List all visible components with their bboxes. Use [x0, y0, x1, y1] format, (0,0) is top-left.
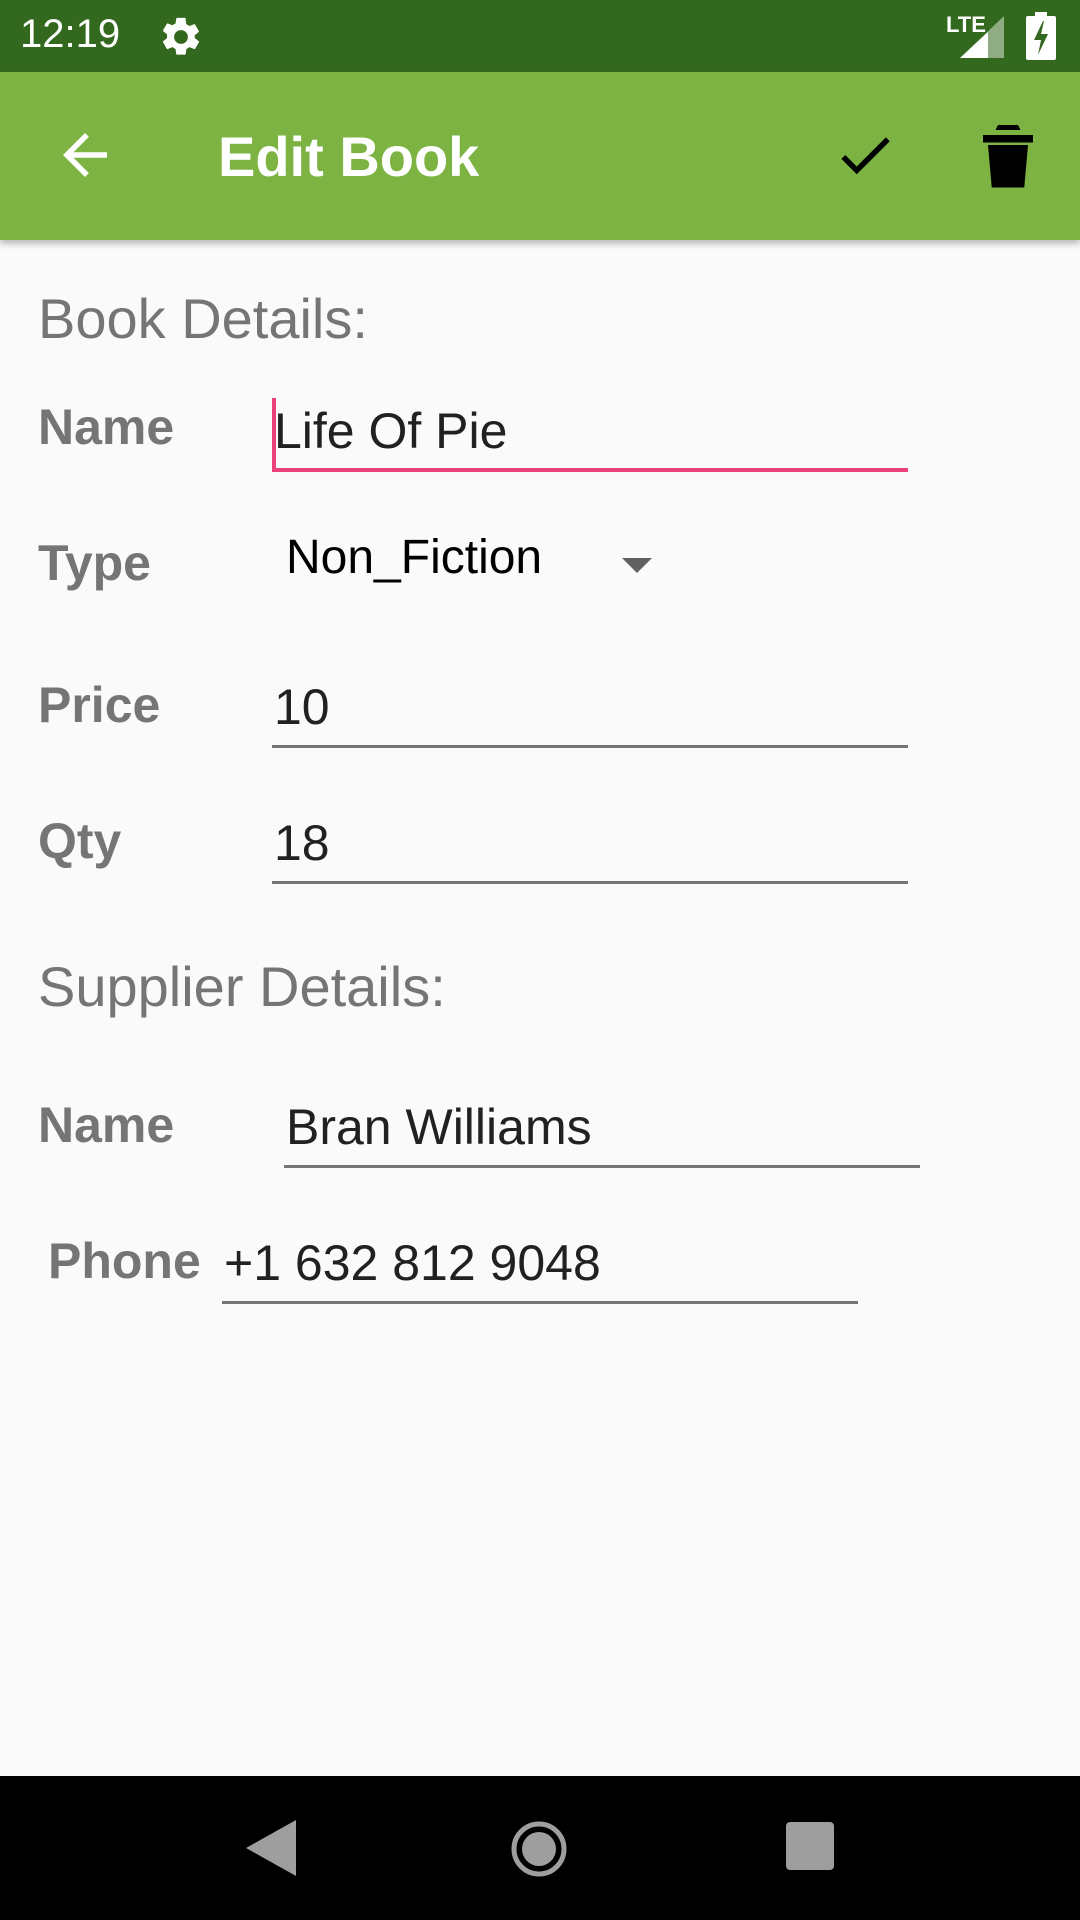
book-type-label: Type: [38, 535, 151, 591]
text-cursor: [272, 398, 276, 470]
price-label: Price: [38, 677, 161, 733]
price-input[interactable]: 10: [272, 672, 908, 748]
status-time: 12:19: [20, 12, 121, 56]
book-name-label: Name: [38, 399, 175, 455]
book-name-input[interactable]: Life Of Pie: [272, 396, 908, 472]
battery-charging-icon: [1026, 12, 1056, 60]
nav-back-icon[interactable]: [246, 1820, 296, 1876]
trash-icon[interactable]: [978, 120, 1038, 190]
price-value: 10: [274, 679, 330, 735]
cell-signal-icon: [960, 16, 1004, 58]
phone-value: +1 632 812 9048: [224, 1235, 601, 1291]
nav-recents-icon[interactable]: [786, 1822, 834, 1870]
qty-label: Qty: [38, 813, 122, 869]
book-type-spinner[interactable]: Non_Fiction: [286, 530, 666, 600]
book-type-value: Non_Fiction: [286, 531, 543, 584]
page-title: Edit Book: [218, 125, 480, 188]
arrow-back-icon[interactable]: [52, 122, 118, 188]
nav-home-icon[interactable]: [510, 1820, 568, 1878]
dropdown-arrow-icon: [622, 558, 652, 573]
phone-input[interactable]: +1 632 812 9048: [222, 1228, 858, 1304]
supplier-name-input[interactable]: Bran Williams: [284, 1092, 920, 1168]
system-nav-bar: [0, 1776, 1080, 1920]
phone-label: Phone: [48, 1233, 201, 1289]
qty-value: 18: [274, 815, 330, 871]
check-icon[interactable]: [832, 122, 898, 188]
qty-input[interactable]: 18: [272, 808, 908, 884]
supplier-name-label: Name: [38, 1097, 175, 1153]
settings-gear-icon: [162, 17, 199, 55]
supplier-name-value: Bran Williams: [286, 1099, 592, 1155]
status-bar: 12:19 LTE: [0, 0, 1080, 72]
book-details-heading: Book Details:: [38, 287, 368, 350]
supplier-details-heading: Supplier Details:: [38, 955, 446, 1018]
book-name-value: Life Of Pie: [274, 403, 508, 459]
app-bar: Edit Book: [0, 72, 1080, 240]
